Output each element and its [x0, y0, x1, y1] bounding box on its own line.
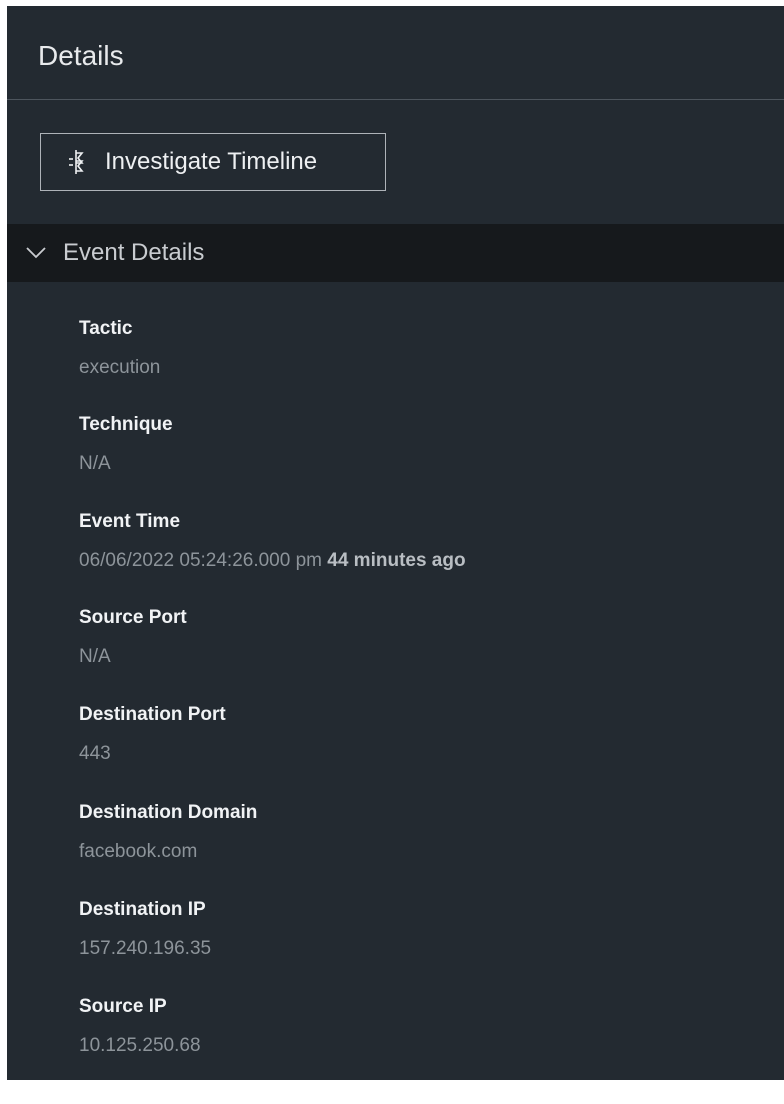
field-label: Technique: [79, 414, 173, 435]
panel-title: Details: [38, 40, 124, 71]
field-value: 443: [79, 743, 111, 764]
field-value: 10.125.250.68: [79, 1035, 201, 1056]
field-source-port: Source Port N/A: [79, 606, 187, 669]
field-label: Event Time: [79, 511, 181, 532]
field-destination-ip: Destination IP 157.240.196.35: [79, 898, 211, 961]
field-source-ip: Source IP 10.125.250.68: [79, 995, 201, 1058]
field-destination-domain: Destination Domain facebook.com: [79, 801, 257, 864]
field-event-time: Event Time 06/06/2022 05:24:26.000 pm 44…: [79, 510, 466, 573]
field-destination-port: Destination Port 443: [79, 703, 226, 766]
field-label: Destination Domain: [79, 802, 258, 823]
field-tactic: Tactic execution: [79, 317, 160, 380]
event-time-relative: 44 minutes ago: [327, 550, 466, 571]
field-label: Source Port: [79, 607, 187, 628]
event-details-toggle[interactable]: Event Details: [7, 224, 784, 282]
event-time-absolute: 06/06/2022 05:24:26.000 pm: [79, 550, 322, 571]
panel-header: Details: [7, 6, 784, 100]
field-value: execution: [79, 357, 161, 378]
field-label: Destination IP: [79, 899, 206, 920]
field-value: facebook.com: [79, 841, 198, 862]
field-label: Destination Port: [79, 704, 226, 725]
field-value: N/A: [79, 646, 111, 667]
field-technique: Technique N/A: [79, 413, 173, 476]
investigate-timeline-label: Investigate Timeline: [105, 148, 318, 175]
chevron-down-icon: [26, 247, 46, 259]
investigate-timeline-button[interactable]: Investigate Timeline: [40, 133, 386, 191]
field-value: 157.240.196.35: [79, 938, 212, 959]
timeline-icon: [65, 149, 87, 175]
field-value: N/A: [79, 453, 111, 474]
field-label: Source IP: [79, 996, 167, 1017]
details-panel: Details Investigate Timeline Event Detai…: [7, 6, 784, 1080]
field-label: Tactic: [79, 318, 133, 339]
event-details-label: Event Details: [63, 239, 205, 266]
field-value-event-time: 06/06/2022 05:24:26.000 pm 44 minutes ag…: [79, 549, 466, 573]
